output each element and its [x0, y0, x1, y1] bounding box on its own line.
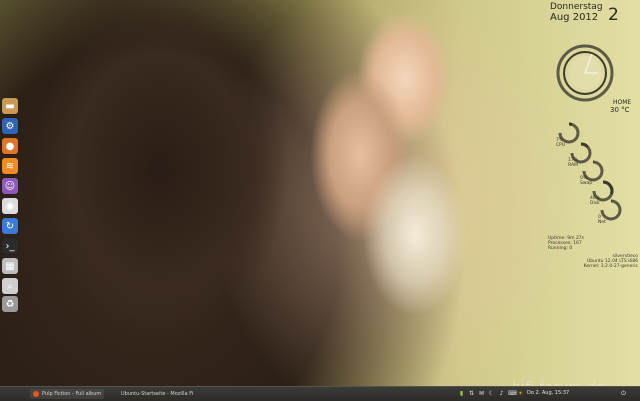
battery-icon[interactable]: ▮ — [458, 390, 465, 397]
update-manager-icon: ↻ — [6, 221, 14, 232]
bottom-panel: Pulp Fiction - Full album Ubuntu-Startse… — [0, 386, 640, 401]
sysinfo-line: Running: 0 — [548, 246, 584, 251]
conky-date-number: 2 — [608, 5, 619, 25]
weather-icon[interactable]: ☀ — [517, 390, 524, 397]
resource-gauge — [600, 199, 622, 221]
gauge-sublabel: Net — [598, 220, 606, 225]
wallpaper-shirt — [360, 150, 470, 320]
power-icon[interactable]: ⏻ — [620, 390, 627, 397]
launcher-item-update[interactable]: ↻ — [2, 218, 18, 234]
launcher-item-settings[interactable]: ⚙ — [2, 118, 18, 134]
gauge-fill — [603, 182, 612, 194]
launcher-item-chat[interactable]: ☺ — [2, 178, 18, 194]
network-icon[interactable]: ⇅ — [468, 390, 475, 397]
mail-icon[interactable]: ✉ — [478, 390, 485, 397]
os-info: silverstieco Ubuntu 12.04 LTS i686 Kerne… — [584, 254, 638, 269]
taskbar-button-firefox[interactable]: Ubuntu-Startseite - Mozilla Fi — [118, 389, 196, 399]
wallpaper-hair — [10, 0, 340, 392]
conky-widget: Donnerstag 2 Aug 2012 HOME 30 °C 7%CPU17… — [540, 0, 640, 260]
conky-temperature: 30 °C — [610, 106, 630, 114]
workspace-switcher-icon: ▦ — [5, 261, 14, 272]
gauge-sublabel: RAM — [568, 163, 578, 168]
launcher-item-magnifier[interactable]: ⌕ — [2, 278, 18, 294]
moon-icon[interactable]: ☾ — [488, 390, 495, 397]
system-settings-icon: ⚙ — [6, 121, 15, 132]
terminal-icon: ›_ — [6, 241, 15, 252]
launcher-item-terminal[interactable]: ›_ — [2, 238, 18, 254]
ubuntu-logo-icon — [33, 391, 39, 397]
keyboard-icon[interactable]: ⌨ — [508, 390, 515, 397]
unity-launcher: ▬ ⚙ ● ≋ ☺ ◉ ↻ ›_ ▦ ⌕ ♻ — [0, 90, 20, 304]
system-info: Uptime: 9m 27s Processes: 167 Running: 0 — [548, 236, 584, 251]
gauge-sublabel: Disk — [590, 201, 600, 206]
launcher-item-workspaces[interactable]: ▦ — [2, 258, 18, 274]
rss-feed-icon: ≋ — [6, 161, 14, 172]
launcher-item-home-folder[interactable]: ▬ — [2, 98, 18, 114]
launcher-item-rss[interactable]: ≋ — [2, 158, 18, 174]
conky-month-year: Aug 2012 — [550, 12, 598, 23]
gauge-track — [602, 201, 620, 219]
taskbar-label: Ubuntu-Startseite - Mozilla Fi — [121, 391, 193, 397]
firefox-icon: ● — [6, 141, 15, 152]
volume-icon[interactable]: ♪ — [498, 390, 505, 397]
launcher-item-screenshot[interactable]: ◉ — [2, 198, 18, 214]
magnifier-icon: ⌕ — [7, 281, 13, 292]
screenshot-icon: ◉ — [6, 201, 15, 212]
conky-day: Donnerstag — [550, 2, 603, 12]
osinfo-line: Kernel: 3.2.0-27-generic — [584, 264, 638, 269]
taskbar-label: Pulp Fiction - Full album — [42, 391, 101, 397]
home-folder-icon: ▬ — [5, 101, 14, 112]
gauge-fill — [581, 144, 587, 147]
clock-gauge — [554, 42, 616, 104]
launcher-item-trash[interactable]: ♻ — [2, 296, 18, 312]
taskbar-button-pulp-fiction[interactable]: Pulp Fiction - Full album — [30, 389, 104, 399]
gauge-sublabel: Swap — [580, 181, 592, 186]
empathy-chat-icon: ☺ — [5, 181, 15, 192]
gauge-sublabel: CPU — [556, 143, 565, 148]
trash-icon: ♻ — [6, 299, 15, 310]
panel-clock[interactable]: Do 2. Aug, 15:37 — [527, 390, 569, 396]
launcher-item-firefox[interactable]: ● — [2, 138, 18, 154]
conky-home-label: HOME — [613, 99, 631, 106]
